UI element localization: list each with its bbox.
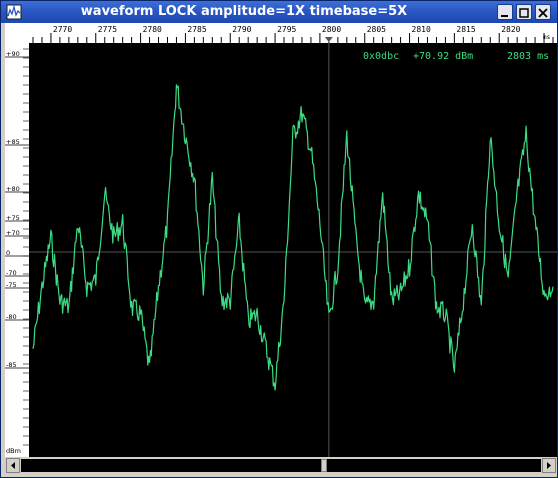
maximize-button[interactable] [516,4,532,20]
waveform-display[interactable]: 0x0dbc +70.92 dBm 2803 ms [29,43,557,457]
level-tick-label: +90 [6,50,20,58]
level-tick-label: -85 [6,361,17,369]
time-tick-label: 2795 [277,25,296,34]
time-tick-label: 2775 [98,25,117,34]
time-tick-label: 2785 [187,25,206,34]
maximize-icon [519,8,529,18]
time-tick-label: 2810 [412,25,431,34]
level-tick-label: +75 [6,214,20,222]
readout-time: 2803 ms [507,51,550,62]
scroll-thumb[interactable] [321,459,327,472]
title-bar[interactable]: waveform LOCK amplitude=1X timebase=5X [1,1,557,23]
waveform-trace [32,84,554,391]
time-tick-label: 2820 [501,25,520,34]
window-title: waveform LOCK amplitude=1X timebase=5X [80,4,408,19]
time-tick-label: 2780 [143,25,162,34]
cursor-marker-icon[interactable] [324,37,333,42]
time-tick-label: 2815 [456,25,475,34]
time-tick-label: 2770 [53,25,72,34]
scroll-track[interactable] [21,459,541,472]
scroll-right-button[interactable] [542,458,556,473]
time-tick-label: 2805 [367,25,386,34]
level-tick-label: -70 [6,269,17,277]
readout-address: 0x0dbc [363,51,400,62]
level-tick-label: 0 [6,249,10,257]
minimize-icon [501,15,508,17]
minimize-button[interactable] [497,4,513,20]
readout-level: +70.92 dBm [413,51,474,62]
level-tick-label: +85 [6,138,20,146]
level-tick-label: -80 [6,313,17,321]
close-icon [538,8,548,18]
ruler-corner [5,23,29,43]
level-unit-label: dBm [6,447,21,455]
arrow-left-icon [11,462,15,469]
time-unit-label: ms [543,34,551,41]
time-tick-label: 2790 [232,25,251,34]
close-button[interactable] [535,4,551,20]
arrow-right-icon [547,462,551,469]
time-ruler[interactable]: 2770 2775 2780 2785 2790 2795 2800 2805 2810 2815… [29,23,557,44]
waveform-window: waveform LOCK amplitude=1X timebase=5X 2… [0,0,558,478]
level-tick-label: +80 [6,185,20,193]
level-ruler[interactable]: +90 +85 +80 +75 +70 0 -70 -75 -80 -85 dBm [5,43,30,457]
level-tick-label: -75 [6,281,17,289]
level-tick-label: +70 [6,229,20,237]
horizontal-scrollbar[interactable] [5,457,557,475]
time-tick-label: 2800 [322,25,341,34]
waveform-plot [29,43,557,457]
scroll-left-button[interactable] [6,458,20,473]
